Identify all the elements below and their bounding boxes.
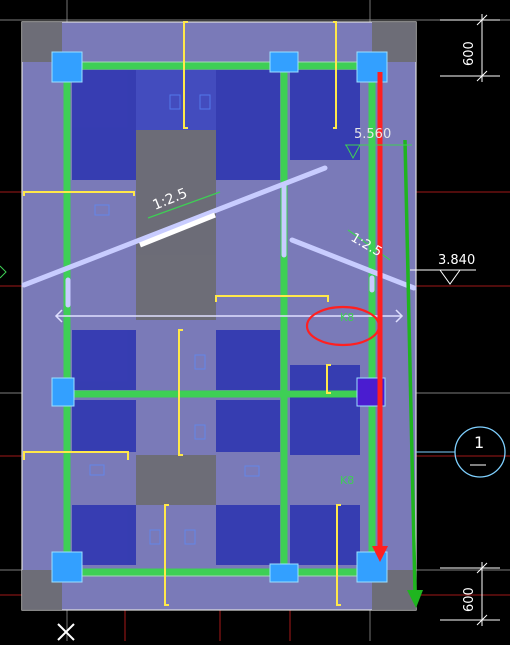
beam-label-k8-b[interactable]: K8 [340,474,354,487]
elevation-top-value: 5.560 [354,127,391,142]
dimension-top-value: 600 [462,41,477,66]
left-edge-marker [0,265,7,279]
elevation-mid-value: 3.840 [438,253,475,268]
close-icon[interactable] [57,623,75,641]
elevation-marker-mid: 3.840 [410,253,476,285]
beam-label-k8-a[interactable]: K8 [340,311,354,324]
elevation-marker-icon [439,269,461,285]
section-number: 1 [474,433,484,452]
cad-viewport[interactable]: K8 K8 1:2.5 1:2.5 5.560 3.840 600 600 1 [0,0,510,641]
dimension-bottom-value: 600 [462,587,477,612]
section-symbol-icon[interactable]: 1 [416,426,506,478]
